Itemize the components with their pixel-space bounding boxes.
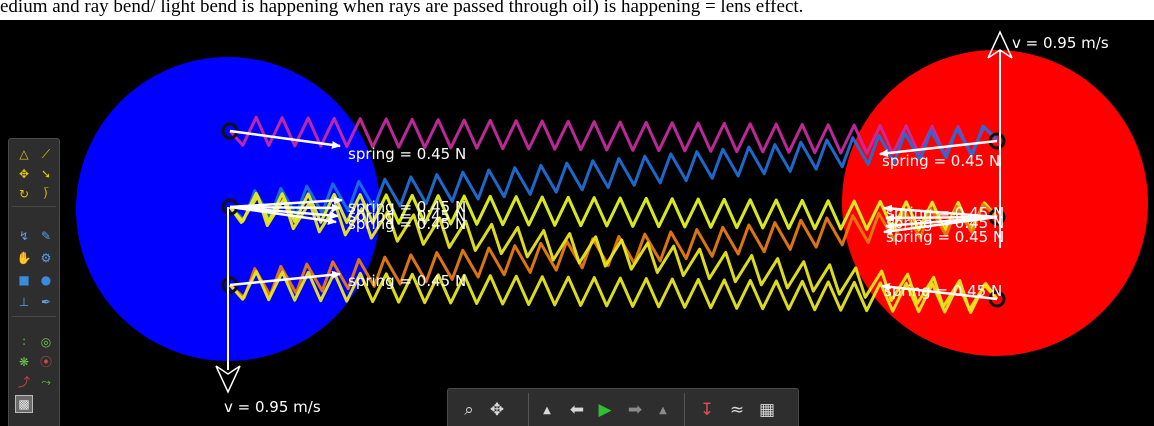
- box-tool-icon[interactable]: ■: [15, 271, 33, 289]
- rotate-tool-icon[interactable]: ↻: [15, 185, 33, 203]
- redo-icon[interactable]: ➡: [622, 397, 648, 423]
- fixate-tool-icon[interactable]: ⊥: [15, 293, 33, 311]
- undo-icon[interactable]: ⬅: [564, 397, 590, 423]
- toolbar-separator: [684, 393, 685, 426]
- laser-tool-icon[interactable]: ⦿: [37, 353, 55, 371]
- spring-force-label: spring = 0.45 N: [882, 152, 1000, 170]
- knife-tool-icon[interactable]: ✒: [37, 293, 55, 311]
- thruster-tool-icon[interactable]: ❋: [15, 353, 33, 371]
- circle-tool-icon[interactable]: ●: [37, 271, 55, 289]
- toolbar-separator: [528, 393, 529, 426]
- tracer-tool-icon[interactable]: ∶: [15, 333, 33, 351]
- spring-force-label: spring = 0.45 N: [884, 282, 1002, 300]
- pointer-tool-icon[interactable]: ➘: [37, 165, 55, 183]
- gravity-icon[interactable]: ↧: [694, 397, 720, 423]
- speed-down-icon[interactable]: ▲: [534, 397, 560, 423]
- tool-palette: △ ⟋ ✥ ➘ ↻ ⟌ ↯ ✎ ✋ ⚙ ■ ● ⊥ ✒ ∶ ◎ ❋ ⦿ ⤴ ⤳ …: [8, 138, 60, 426]
- screenshot: edium and ray bend/ light bend is happen…: [0, 0, 1154, 426]
- play-icon[interactable]: ▶: [592, 397, 618, 423]
- pan-icon[interactable]: ✥: [484, 397, 510, 423]
- move-tool-icon[interactable]: ✥: [15, 165, 33, 183]
- zoom-icon[interactable]: ⌕: [456, 397, 482, 423]
- pen-tool-icon[interactable]: ✎: [37, 227, 55, 245]
- hand-tool-icon[interactable]: ✋: [15, 249, 33, 267]
- scale-tool-icon[interactable]: ⟌: [37, 185, 55, 203]
- hinge-tool-icon[interactable]: ⤳: [37, 373, 55, 391]
- grid-icon[interactable]: ▦: [754, 397, 780, 423]
- axle-tool-icon[interactable]: ◎: [37, 333, 55, 351]
- polygon-tool-icon[interactable]: △: [15, 145, 33, 163]
- spring-tool-icon[interactable]: ↯: [15, 227, 33, 245]
- simulation-canvas[interactable]: spring = 0.45 N spring = 0.45 N spring = 0…: [0, 20, 1154, 426]
- playback-toolbar: ⌕ ✥ ▲ ⬅ ▶ ➡ ▲ ↧ ≈ ▦: [447, 388, 799, 426]
- spring-force-label: spring = 0.45 N: [348, 272, 466, 290]
- line-tool-icon[interactable]: ⟋: [37, 145, 55, 163]
- right-circle-body[interactable]: [842, 50, 1148, 356]
- spring-force-label: spring = 0.45 N: [886, 228, 1004, 246]
- spring-force-label: spring = 0.45 N: [348, 215, 466, 233]
- velocity-label-bottom: v = 0.95 m/s: [224, 398, 321, 416]
- air-icon[interactable]: ≈: [724, 397, 750, 423]
- velocity-label-top: v = 0.95 m/s: [1012, 34, 1109, 52]
- chain-tool-icon[interactable]: ⤴: [15, 373, 33, 391]
- caption-text: edium and ray bend/ light bend is happen…: [0, 0, 804, 17]
- gear-tool-icon[interactable]: ⚙: [37, 249, 55, 267]
- spring-force-label: spring = 0.45 N: [348, 145, 466, 163]
- speed-up-icon[interactable]: ▲: [650, 397, 676, 423]
- texture-tool-icon[interactable]: ▩: [15, 395, 33, 413]
- scene-svg: spring = 0.45 N spring = 0.45 N spring = 0…: [76, 30, 1148, 416]
